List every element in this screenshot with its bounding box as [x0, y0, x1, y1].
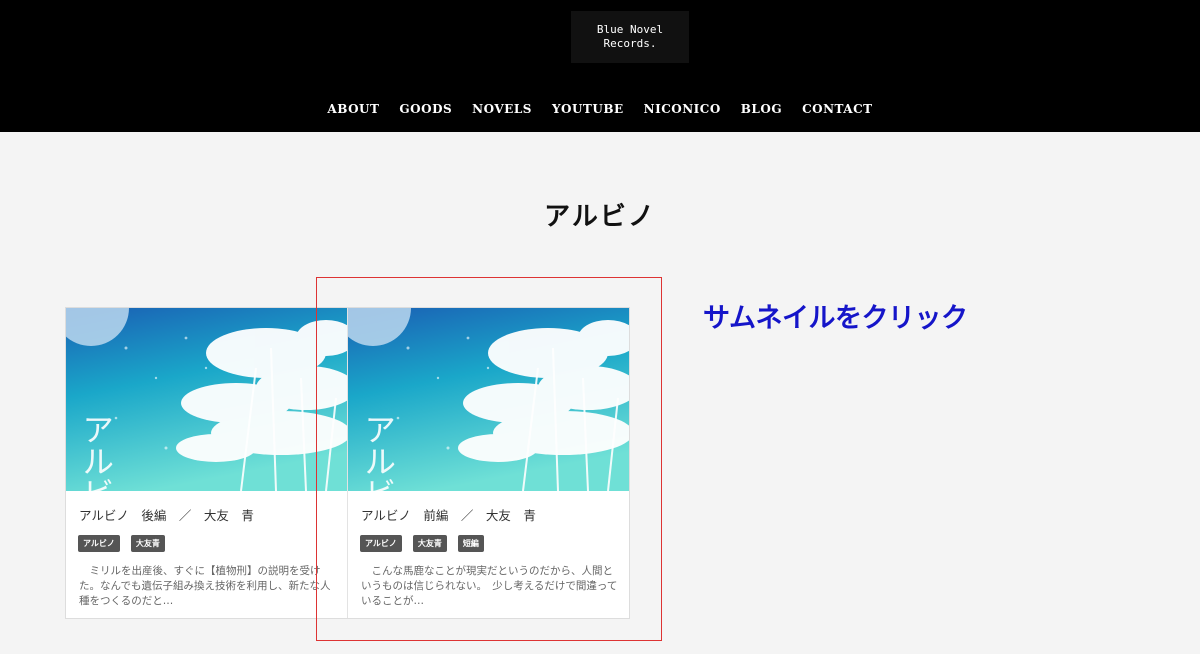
novel-card-list: アルビ アルビノ 後編 ／ 大友 青 アルビノ 大友青 ミリルを出産後、すぐに【… — [65, 307, 630, 619]
tag-badge[interactable]: 大友青 — [130, 535, 165, 552]
forest-illustration: アルビ — [348, 308, 629, 491]
tag-badge[interactable]: アルビノ — [78, 535, 120, 552]
thumb-title-text: アルビ — [359, 413, 397, 491]
tag-badge[interactable]: 大友青 — [412, 535, 447, 552]
thumb-title-text: アルビ — [77, 413, 115, 491]
novel-card[interactable]: アルビ アルビノ 後編 ／ 大友 青 アルビノ 大友青 ミリルを出産後、すぐに【… — [66, 308, 348, 618]
main-nav: ABOUT GOODS NOVELS YOUTUBE NICONICO BLOG… — [0, 100, 1200, 118]
card-excerpt: ミリルを出産後、すぐに【植物刑】の説明を受けた。なんでも遺伝子組み換え技術を利用… — [79, 565, 331, 607]
card-tags: アルビノ 大友青 — [78, 535, 165, 552]
nav-goods[interactable]: GOODS — [389, 100, 462, 118]
nav-contact[interactable]: CONTACT — [792, 100, 883, 118]
page-title: アルビノ — [544, 202, 656, 232]
tag-badge[interactable]: アルビノ — [360, 535, 402, 552]
nav-about[interactable]: ABOUT — [317, 100, 389, 118]
nav-novels[interactable]: NOVELS — [462, 100, 542, 118]
card-thumbnail[interactable]: アルビ — [348, 308, 629, 491]
nav-blog[interactable]: BLOG — [731, 100, 792, 118]
novel-card[interactable]: アルビ アルビノ 前編 ／ 大友 青 アルビノ 大友青 短編 こんな馬鹿なことが… — [348, 308, 629, 618]
logo-line-2: Records. — [603, 37, 657, 50]
card-tags: アルビノ 大友青 短編 — [360, 535, 484, 552]
card-title[interactable]: アルビノ 前編 ／ 大友 青 — [361, 505, 536, 524]
nav-niconico[interactable]: NICONICO — [634, 100, 731, 118]
card-title[interactable]: アルビノ 後編 ／ 大友 青 — [79, 505, 254, 524]
forest-illustration: アルビ — [66, 308, 347, 491]
nav-youtube[interactable]: YOUTUBE — [542, 100, 634, 118]
tag-badge[interactable]: 短編 — [457, 535, 484, 552]
card-excerpt: こんな馬鹿なことが現実だというのだから、人間というものは信じられない。 少し考え… — [361, 565, 618, 607]
card-thumbnail[interactable]: アルビ — [66, 308, 347, 491]
site-header: Blue Novel Records. ABOUT GOODS NOVELS Y… — [0, 0, 1200, 132]
logo-line-1: Blue Novel — [596, 23, 664, 36]
site-logo[interactable]: Blue Novel Records. — [571, 11, 689, 63]
callout-annotation: サムネイルをクリック — [703, 303, 968, 334]
